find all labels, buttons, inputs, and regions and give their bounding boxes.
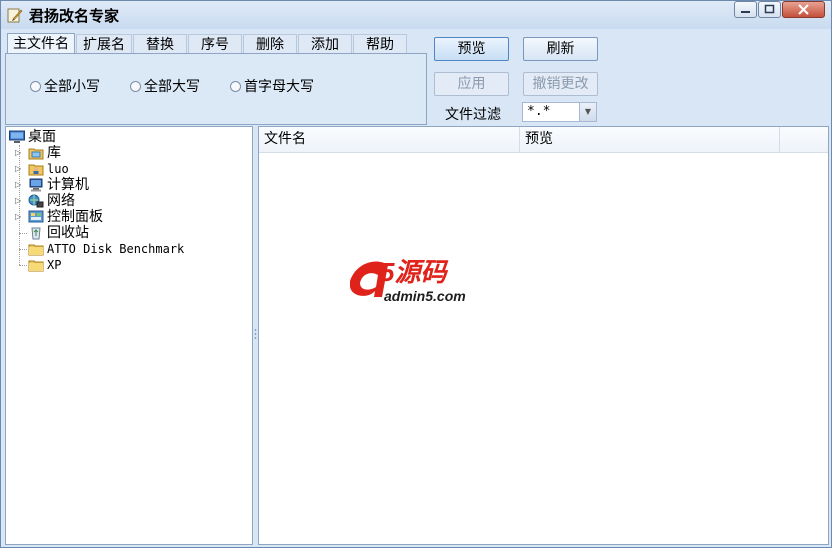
tab-add[interactable]: 添加 xyxy=(298,34,352,54)
tree-item-label: 库 xyxy=(47,145,61,161)
preview-button[interactable]: 预览 xyxy=(434,37,509,61)
tree-item-computer[interactable]: 计算机 xyxy=(28,177,89,193)
tree-item-network[interactable]: 网络 xyxy=(28,193,75,209)
minimize-icon xyxy=(741,11,750,13)
button-label: 刷新 xyxy=(546,41,575,57)
library-icon xyxy=(28,148,44,160)
control-panel-icon xyxy=(28,210,44,223)
undo-changes-button[interactable]: 撤销更改 xyxy=(523,72,598,96)
tab-label: 添加 xyxy=(311,37,339,53)
radio-label: 全部大写 xyxy=(144,79,200,95)
tab-main-filename[interactable]: 主文件名 xyxy=(7,33,75,55)
tree-item-label: 控制面板 xyxy=(47,209,103,225)
tree-item-label: 计算机 xyxy=(47,177,89,193)
user-folder-icon xyxy=(28,164,44,176)
tab-label: 替换 xyxy=(146,37,174,53)
file-filter-select[interactable]: *.* ▼ xyxy=(522,102,597,122)
tab-sequence[interactable]: 序号 xyxy=(188,34,242,54)
computer-icon xyxy=(29,178,43,192)
chevron-down-icon[interactable]: ▼ xyxy=(579,103,596,121)
tree-item-label: 桌面 xyxy=(28,129,56,145)
radio-circle[interactable] xyxy=(130,80,141,92)
apply-button[interactable]: 应用 xyxy=(434,72,509,96)
watermark-url-text: admin5.com xyxy=(384,288,466,304)
tab-label: 帮助 xyxy=(366,37,394,53)
button-label: 预览 xyxy=(457,41,486,57)
app-rename-icon xyxy=(7,8,23,23)
expand-arrow-icon[interactable]: ▷ xyxy=(15,213,23,221)
minimize-button[interactable] xyxy=(734,1,757,18)
tree-connector xyxy=(19,249,27,250)
radio-label: 全部小写 xyxy=(44,79,100,95)
title-bar[interactable]: 君扬改名专家 xyxy=(1,1,831,29)
radio-circle[interactable] xyxy=(230,80,241,92)
network-icon xyxy=(28,194,44,208)
tree-item-label: luo xyxy=(47,162,69,176)
close-button[interactable] xyxy=(782,1,825,18)
maximize-icon xyxy=(764,4,775,14)
radio-all-uppercase[interactable]: 全部大写 xyxy=(130,78,200,95)
tab-label: 序号 xyxy=(201,37,229,53)
expand-arrow-icon[interactable]: ▷ xyxy=(15,181,23,189)
recycle-bin-icon xyxy=(31,227,41,240)
button-label: 应用 xyxy=(457,76,486,92)
tab-delete[interactable]: 删除 xyxy=(243,34,297,54)
file-filter-value: *.* xyxy=(527,104,551,119)
window-title: 君扬改名专家 xyxy=(29,7,120,25)
tree-item-desktop[interactable]: 桌面 xyxy=(9,129,56,145)
tab-replace[interactable]: 替换 xyxy=(133,34,187,54)
radio-circle[interactable] xyxy=(30,80,41,92)
tree-item-label: ATTO Disk Benchmark xyxy=(47,242,185,256)
tree-item-library[interactable]: 库 xyxy=(28,145,61,161)
tree-item-label: 网络 xyxy=(47,193,75,209)
expand-arrow-icon[interactable]: ▷ xyxy=(15,165,23,173)
list-header: 文件名 预览 xyxy=(259,127,828,153)
tree-item-folder[interactable]: XP xyxy=(28,257,61,273)
tree-connector xyxy=(19,145,20,265)
tree-item-user-folder[interactable]: luo xyxy=(28,161,69,177)
watermark-logo-text: 5源码 xyxy=(380,257,448,287)
button-label: 撤销更改 xyxy=(532,76,589,92)
tree-item-control-panel[interactable]: 控制面板 xyxy=(28,209,103,225)
column-header-filename[interactable]: 文件名 xyxy=(259,127,520,152)
desktop-icon xyxy=(9,130,25,143)
tree-connector xyxy=(19,233,27,234)
expand-arrow-icon[interactable]: ▷ xyxy=(15,197,23,205)
column-label: 预览 xyxy=(525,131,553,147)
tab-extension[interactable]: 扩展名 xyxy=(76,34,132,54)
close-icon xyxy=(798,4,809,15)
tab-label: 扩展名 xyxy=(83,37,125,53)
tab-label: 删除 xyxy=(256,37,284,53)
folder-tree[interactable]: 桌面 ▷ 库 ▷ luo ▷ 计算机 ▷ 网络 ▷ 控制面板 回收站 ATTO … xyxy=(5,126,253,545)
tree-item-folder[interactable]: ATTO Disk Benchmark xyxy=(28,241,184,257)
tree-item-label: 回收站 xyxy=(47,225,89,241)
tree-item-recycle-bin[interactable]: 回收站 xyxy=(28,225,89,241)
tab-panel-main-filename: 全部小写 全部大写 首字母大写 xyxy=(5,53,427,125)
refresh-button[interactable]: 刷新 xyxy=(523,37,598,61)
radio-all-lowercase[interactable]: 全部小写 xyxy=(30,78,100,95)
maximize-button[interactable] xyxy=(758,1,781,18)
file-list[interactable]: 文件名 预览 xyxy=(258,126,829,545)
file-filter-label: 文件过滤 xyxy=(445,107,501,123)
app-window: 君扬改名专家 主文件名 扩展名 替换 序号 删除 添加 帮助 全部小写 全部大写 xyxy=(0,0,832,548)
column-label: 文件名 xyxy=(264,131,306,147)
a5-watermark-logo: 5源码 admin5.com xyxy=(350,257,466,304)
tab-label: 主文件名 xyxy=(13,36,69,52)
column-header-spacer xyxy=(780,127,828,152)
tab-help[interactable]: 帮助 xyxy=(353,34,407,54)
expand-arrow-icon[interactable]: ▷ xyxy=(15,149,23,157)
folder-icon xyxy=(28,244,44,256)
radio-capitalize-first[interactable]: 首字母大写 xyxy=(230,78,314,95)
tree-item-label: XP xyxy=(47,258,62,272)
radio-label: 首字母大写 xyxy=(244,79,314,95)
column-header-preview[interactable]: 预览 xyxy=(520,127,780,152)
folder-icon xyxy=(28,260,44,272)
tree-connector xyxy=(19,265,27,266)
